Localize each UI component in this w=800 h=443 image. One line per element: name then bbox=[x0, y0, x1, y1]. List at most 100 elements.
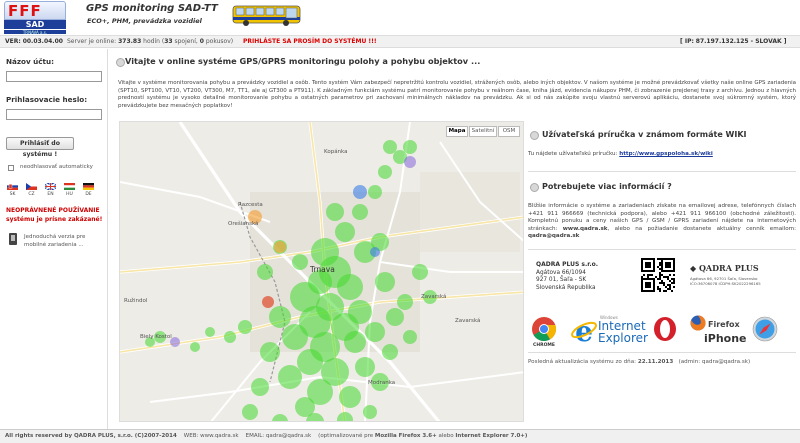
qr-module bbox=[661, 282, 663, 284]
qr-module bbox=[645, 262, 651, 268]
footer-web-link[interactable]: www.qadra.sk bbox=[200, 433, 239, 439]
footer-copyright: All rights reserved by QADRA PLUS, s.r.o… bbox=[5, 433, 177, 439]
mobile-version-link[interactable]: Jednoduchá verzia pre mobilné zariadenia… bbox=[24, 233, 104, 249]
safari-icon[interactable] bbox=[752, 316, 778, 342]
username-input[interactable] bbox=[6, 71, 102, 82]
vehicle-marker bbox=[297, 349, 323, 375]
qr-module bbox=[667, 288, 669, 290]
footer: All rights reserved by QADRA PLUS, s.r.o… bbox=[0, 429, 800, 443]
section-bullet-icon bbox=[116, 58, 125, 67]
qr-module bbox=[661, 280, 663, 282]
unauthorized-warning: NEOPRÁVNENÉ POUŽÍVANIE systému je prísne… bbox=[6, 207, 103, 223]
section-bullet-icon bbox=[530, 131, 539, 140]
qr-code-icon bbox=[641, 258, 675, 292]
info-email[interactable]: qadra@qadra.sk bbox=[528, 233, 579, 239]
app-title: GPS monitoring SAD-TT bbox=[86, 3, 218, 14]
qr-module bbox=[659, 276, 661, 278]
vehicle-marker-blue bbox=[370, 247, 380, 257]
flag-hu-icon[interactable] bbox=[64, 183, 75, 190]
vehicle-marker bbox=[339, 386, 361, 408]
qr-module bbox=[671, 278, 673, 280]
qr-module bbox=[659, 288, 661, 290]
logo-brand: SAD bbox=[4, 20, 66, 29]
company-address: QADRA PLUS s.r.o. Agátova 66/1094 927 01… bbox=[536, 261, 599, 291]
login-panel: Názov účtu: Prihlasovacie heslo: Prihlás… bbox=[0, 49, 108, 429]
remember-label: neodhlasovať automaticky bbox=[20, 164, 93, 170]
vehicle-marker bbox=[375, 272, 395, 292]
flag-sk-icon[interactable] bbox=[7, 183, 18, 190]
qr-module bbox=[665, 286, 667, 288]
map-type-satelitni[interactable]: Satelitní bbox=[469, 126, 497, 137]
lang-hu[interactable]: HU bbox=[63, 192, 76, 197]
qr-module bbox=[657, 288, 659, 290]
vehicle-marker bbox=[352, 204, 368, 220]
lang-en[interactable]: EN bbox=[44, 192, 57, 197]
qr-module bbox=[659, 290, 661, 292]
qr-module bbox=[665, 276, 667, 278]
login-button[interactable]: Prihlásiť do systému ! bbox=[6, 137, 74, 158]
password-input[interactable] bbox=[6, 109, 102, 120]
map-type-osm[interactable]: OSM bbox=[498, 126, 520, 137]
qr-module bbox=[659, 264, 661, 266]
vehicle-marker-orange bbox=[274, 241, 286, 253]
qr-module bbox=[667, 278, 669, 280]
chrome-icon[interactable] bbox=[531, 316, 557, 342]
vehicle-marker bbox=[397, 294, 413, 310]
internet-explorer-icon[interactable]: e bbox=[570, 316, 598, 344]
lang-de[interactable]: DE bbox=[82, 192, 95, 197]
flag-de-icon[interactable] bbox=[83, 183, 94, 190]
version-info: VER: 00.03.04.00 bbox=[5, 38, 63, 45]
manual-link[interactable]: http://www.gpspoloha.sk/wiki bbox=[619, 151, 713, 157]
vehicle-marker bbox=[382, 344, 398, 360]
vehicle-marker bbox=[412, 264, 428, 280]
qr-module bbox=[657, 278, 659, 280]
qr-module bbox=[669, 280, 671, 282]
remember-checkbox[interactable] bbox=[8, 165, 14, 171]
divider bbox=[528, 171, 796, 172]
header: FFF SAD TRNAVA a.s. GPS monitoring SAD-T… bbox=[0, 0, 800, 35]
divider bbox=[528, 352, 796, 353]
vehicle-marker bbox=[337, 412, 353, 421]
vehicle-marker bbox=[260, 342, 280, 362]
qr-module bbox=[655, 276, 657, 278]
app-subtitle: ECO+, PHM, prevádzka vozidiel bbox=[87, 17, 202, 25]
map-label-modranka: Modranka bbox=[368, 380, 396, 386]
qr-module bbox=[667, 284, 669, 286]
vehicle-marker-blue bbox=[353, 185, 367, 199]
vehicle-marker bbox=[257, 264, 273, 280]
qr-module bbox=[647, 276, 649, 278]
qr-module bbox=[661, 274, 663, 276]
info-web[interactable]: www.qadra.sk bbox=[563, 226, 608, 232]
iphone-label: iPhone bbox=[704, 332, 747, 345]
company-logo[interactable]: FFF SAD TRNAVA a.s. bbox=[4, 1, 66, 35]
section-bullet-icon bbox=[530, 183, 539, 192]
map-view[interactable]: Mapa Satelitní OSM Trnava Kopánka Modran… bbox=[119, 121, 524, 422]
svg-text:e: e bbox=[575, 316, 593, 344]
qr-module bbox=[659, 258, 661, 260]
vehicle-marker bbox=[403, 140, 417, 154]
qr-module bbox=[671, 282, 673, 284]
vehicle-marker bbox=[337, 274, 363, 300]
flag-en-icon[interactable] bbox=[45, 183, 56, 190]
ie-label: Internet Explorer bbox=[598, 319, 648, 345]
map-type-mapa[interactable]: Mapa bbox=[446, 126, 468, 137]
info-title: Potrebujete viac informácií ? bbox=[542, 182, 672, 191]
footer-email-link[interactable]: qadra@qadra.sk bbox=[266, 433, 311, 439]
lang-cz[interactable]: CZ bbox=[25, 192, 38, 197]
welcome-text: Vitajte v systéme monitorovania pohybu a… bbox=[118, 80, 796, 110]
firefox-icon[interactable] bbox=[690, 315, 706, 331]
qr-module bbox=[659, 262, 661, 264]
qr-module bbox=[673, 282, 675, 284]
qr-module bbox=[651, 274, 653, 276]
qr-module bbox=[663, 290, 665, 292]
status-bar: VER: 00.03.04.00 Server je online: 373.8… bbox=[0, 35, 800, 48]
mobile-phone-icon[interactable] bbox=[9, 233, 17, 245]
login-prompt: PRIHLÁSTE SA PROSÍM DO SYSTÉMU !!! bbox=[243, 38, 377, 45]
opera-icon[interactable] bbox=[653, 316, 677, 342]
vehicle-marker bbox=[344, 331, 366, 353]
vehicle-marker bbox=[292, 254, 308, 270]
flag-cz-icon[interactable] bbox=[26, 183, 37, 190]
qr-module bbox=[659, 268, 661, 270]
lang-sk[interactable]: SK bbox=[6, 192, 19, 197]
qr-module bbox=[659, 278, 661, 280]
